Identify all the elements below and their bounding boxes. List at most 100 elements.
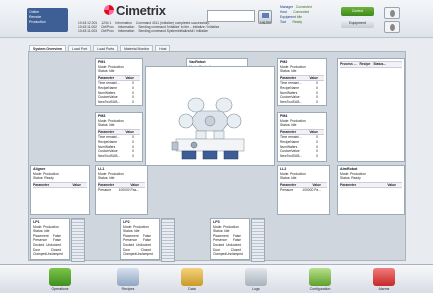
event-log: 10:43:12.001 1234 1 Information Command 401… [78,21,248,36]
param-header: ParameterValue [98,181,145,189]
control-button[interactable]: Control [341,7,374,16]
pm2-chamber[interactable] [215,97,233,113]
param-name: Pressure [98,188,112,193]
indicator-lamp-icon [390,10,395,17]
indicator-lamp-icon [390,24,395,31]
log-row: 10:43:11.003 Ctrl/Proc Information Sending … [78,29,248,33]
mode-value: Production [43,224,59,229]
tool-diagram-svg [171,97,245,160]
param-header: ParameterValue [280,181,327,189]
mode-value: Production [108,118,124,123]
param-row: NewToolSUB... 0 [98,100,140,105]
log-time: 10:43:11.003 [78,29,98,34]
param-header: ParameterValue [280,74,324,82]
mode-value: Production [43,171,59,176]
status-row: Status: Ready [33,176,54,181]
brand-name: Cimetrix [116,2,166,18]
operations-icon[interactable] [49,268,71,286]
param-name: Clamped [123,252,137,257]
indicator-toggle-1[interactable] [384,7,400,19]
header-bar: Online Remote Production Cimetrix 10:43:… [0,0,433,38]
login-button[interactable]: Log Out [258,10,272,24]
status-value: Ready [351,176,361,181]
equipment-button[interactable]: Equipment [341,19,374,28]
param-header: ParameterValue [98,128,140,136]
param-row: NewToolSUB... 0 [280,100,324,105]
vacrobot-icon[interactable] [204,115,216,127]
ll1-chamber[interactable] [195,130,207,140]
mode-value: Production [350,171,366,176]
param-value: Unclamped [46,252,63,257]
pm3-panel[interactable]: PM3 Mode: Production Status: Idle Parame… [95,112,143,162]
aligner-icon[interactable] [171,141,179,151]
param-name: Clamped [213,252,227,257]
param-header: ParameterValue [280,128,324,136]
lp3-slot-map[interactable] [251,218,265,262]
logs-label[interactable]: Logs [238,287,274,291]
configuration-label[interactable]: Configuration [302,287,338,291]
status-value: Idle [291,176,297,181]
param-value: 100000 Pas... [118,188,139,193]
lp3-panel[interactable]: LP3 Mode: Production Status: Idle Placem… [210,218,250,260]
mode-value: Production [133,224,149,229]
mode-value: Production [108,64,124,69]
state-labels: Manager Connected Host Connected Equipme… [280,5,312,24]
ll2-chamber[interactable] [213,130,225,140]
status-row: Status: Idle [98,69,115,74]
pm2-panel[interactable]: PM2 Mode: Production Status: Idle Parame… [277,58,327,106]
param-name: NewToolSUB... [280,153,303,158]
log-id: Ctrl/Proc [101,29,114,34]
operations-label[interactable]: Operations [42,287,78,291]
pm3-chamber[interactable] [178,113,194,129]
production-state: Production [29,20,46,24]
param-value: Value [387,182,396,187]
lp1-icon[interactable] [181,150,197,160]
lp2-panel[interactable]: LP2 Mode: Production Status: Idle Placem… [120,218,160,260]
process-list-panel[interactable]: Process ... Recipe Status... [337,58,405,162]
status-value: Idle [291,123,297,128]
param-value: Value [72,182,81,187]
log-msg: Sending command SystemInitializeAll / In… [138,29,208,34]
equipment-status-box[interactable]: Online Remote Production [27,8,68,32]
mode-value: Production [223,224,239,229]
alarms-label[interactable]: Alarms [366,287,402,291]
logs-icon[interactable] [245,268,267,286]
efem[interactable] [175,138,245,152]
param-name: Clamped [33,252,47,257]
pm1-panel[interactable]: PM1 Mode: Production Status: Idle Parame… [95,58,143,106]
pm1-chamber[interactable] [187,97,205,113]
aligner-panel[interactable]: Aligner Mode: Production Status: Ready P… [30,165,90,215]
status-value: Ready [44,176,54,181]
host-status-display [207,10,255,22]
atmrobot-panel[interactable]: AtmRobot Mode: Production Status: Ready … [337,165,405,215]
data-icon[interactable] [181,268,203,286]
indicator-toggle-2[interactable] [384,21,400,33]
ll2-panel[interactable]: LL2 Mode: Production Status: Idle Parame… [277,165,330,215]
configuration-icon[interactable] [309,268,331,286]
atmrobot-icon[interactable] [190,141,198,149]
pm4-chamber[interactable] [226,113,242,129]
param-header: ParameterValue [33,181,87,189]
status-value: Idle [109,123,115,128]
recipes-icon[interactable] [117,268,139,286]
ll1-panel[interactable]: LL1 Mode: Production Status: Idle Parame… [95,165,148,215]
status-row: Status: Idle [98,123,115,128]
param-value: 0 [316,99,318,104]
param-name: NewToolSUB... [98,153,121,158]
lp1-panel[interactable]: LP1 Mode: Production Status: Idle Placem… [30,218,70,260]
lp2-icon[interactable] [202,150,218,160]
mode-value: Production [108,171,124,176]
lp1-slot-map[interactable] [71,218,85,262]
param-header: ParameterValue [98,74,140,82]
data-label[interactable]: Data [174,287,210,291]
lp3-icon[interactable] [223,150,239,160]
pm4-panel[interactable]: PM4 Mode: Production Status: Idle Parame… [277,112,327,162]
tool-diagram[interactable] [145,66,275,166]
param-name: Parameter [340,182,357,187]
alarms-icon[interactable] [373,268,395,286]
lp2-slot-map[interactable] [161,218,175,262]
status-value: Idle [291,69,297,74]
param-name: Pressure [280,188,294,193]
recipes-label[interactable]: Recipes [110,287,146,291]
process-header: Process ... Recipe Status... [340,61,402,68]
